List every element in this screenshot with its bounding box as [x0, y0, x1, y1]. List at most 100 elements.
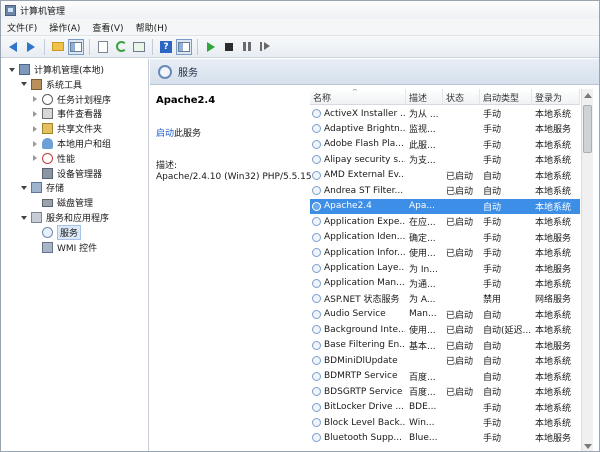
tree-item[interactable]: WMI 控件: [33, 240, 97, 255]
service-row[interactable]: Background Inte... 使用... 已启动 自动(延迟... 本地系统: [310, 322, 580, 337]
column-startup-type-text: 手动: [483, 125, 502, 136]
tree-item[interactable]: 设备管理器: [33, 166, 102, 181]
service-row[interactable]: Application Infor... 使用... 已启动 手动 本地系统: [310, 245, 580, 260]
selected-service-name: Apache2.4: [156, 95, 216, 106]
column-name-cell: ActiveX Installer ...: [312, 106, 405, 121]
service-row[interactable]: Application Laye... 为 In... 手动 本地服务: [310, 261, 580, 276]
column-startup-type-cell: 禁用: [483, 291, 532, 306]
column-logon-as-text: 本地系统: [535, 310, 572, 321]
column-logon-as-text: 本地系统: [535, 140, 572, 151]
tree-item[interactable]: 系统工具: [21, 77, 82, 92]
tree-item[interactable]: 性能: [33, 151, 75, 166]
expanded-arrow-icon[interactable]: [9, 67, 15, 72]
scroll-up-icon[interactable]: [584, 93, 592, 98]
scroll-down-icon[interactable]: [584, 444, 592, 449]
export-list-button[interactable]: [131, 39, 147, 55]
column-logon-as-text: 本地系统: [535, 357, 572, 368]
tree-item[interactable]: 服务: [33, 224, 82, 240]
service-row[interactable]: Application Man... 为通... 手动 本地系统: [310, 276, 580, 291]
service-row[interactable]: ActiveX Installer ... 为从 ... 手动 本地系统: [310, 106, 580, 121]
collapsed-arrow-icon[interactable]: [33, 155, 37, 162]
column-status-header-label: 状态: [446, 93, 465, 104]
expanded-arrow-icon[interactable]: [21, 215, 27, 220]
column-status-text: 已启动: [446, 187, 474, 198]
help-button[interactable]: ?: [158, 39, 174, 55]
tree-item[interactable]: 事件查看器: [33, 106, 102, 121]
pause-service-button[interactable]: [239, 39, 255, 55]
vertical-scrollbar[interactable]: [581, 89, 593, 451]
start-service-icon: [207, 41, 215, 52]
start-service-button[interactable]: [203, 39, 219, 55]
service-row[interactable]: Application Expe... 在应... 已启动 手动 本地系统: [310, 214, 580, 229]
up-one-level-button[interactable]: [50, 39, 66, 55]
services-list: 名称 ^ 描述 状态 启动类型 登录为 ActiveX Installer ... 为从 .…: [310, 89, 599, 451]
column-description-header[interactable]: 描述: [406, 89, 443, 105]
collapsed-arrow-icon[interactable]: [33, 96, 37, 103]
service-row[interactable]: Apache2.4 Apa... 自动 本地系统: [310, 198, 580, 215]
service-row[interactable]: BDMiniDlUpdate 已启动 自动 本地系统: [310, 353, 580, 368]
column-description-cell: 确定...: [409, 230, 443, 245]
expanded-arrow-icon[interactable]: [21, 82, 27, 87]
column-description-text: 百度...: [409, 372, 436, 383]
forward-button[interactable]: [23, 39, 39, 55]
menu-action[interactable]: 操作(A): [49, 21, 80, 34]
column-name-cell: Application Man...: [312, 276, 405, 291]
column-logon-as-cell: 网络服务: [535, 291, 580, 306]
service-row[interactable]: BDMRTP Service 百度... 自动 本地系统: [310, 369, 580, 384]
stop-service-button[interactable]: [221, 39, 237, 55]
collapsed-arrow-icon[interactable]: [33, 125, 37, 132]
properties-button[interactable]: [95, 39, 111, 55]
column-logon-as-header[interactable]: 登录为: [532, 89, 580, 105]
menu-view[interactable]: 查看(V): [92, 21, 123, 34]
console-view-button[interactable]: [176, 38, 192, 55]
menu-file[interactable]: 文件(F): [7, 21, 37, 34]
service-row[interactable]: Andrea ST Filter... 已启动 自动 本地系统: [310, 183, 580, 198]
service-row[interactable]: AMD External Ev... 已启动 自动 本地系统: [310, 168, 580, 183]
service-row[interactable]: Base Filtering En... 基本... 已启动 自动 本地服务: [310, 338, 580, 353]
column-status-text: 已启动: [446, 171, 474, 182]
start-service-link[interactable]: 启动: [156, 129, 174, 139]
column-logon-as-text: 本地系统: [535, 187, 572, 198]
tree-item[interactable]: 服务和应用程序: [21, 210, 109, 225]
column-description-text: 为 A...: [409, 295, 436, 306]
service-gear-icon: [312, 356, 321, 366]
column-startup-type-cell: 自动: [483, 369, 532, 384]
back-arrow-icon: [9, 41, 17, 52]
column-name-text: Base Filtering En...: [324, 340, 405, 351]
service-row[interactable]: Audio Service Man... 已启动 自动 本地系统: [310, 307, 580, 322]
service-row[interactable]: BitLocker Drive ... BDE... 手动 本地系统: [310, 400, 580, 415]
scroll-thumb[interactable]: [583, 105, 592, 153]
service-row[interactable]: BDSGRTP Service 百度... 已启动 自动 本地系统: [310, 384, 580, 399]
service-detail-panel: Apache2.4 启动此服务 描述: Apache/2.4.10 (Win32…: [156, 95, 312, 182]
service-row[interactable]: Adobe Flash Pla... 此服... 手动 本地系统: [310, 137, 580, 152]
column-description-text: Apa...: [409, 201, 435, 212]
menu-help[interactable]: 帮助(H): [136, 21, 168, 34]
column-logon-as-cell: 本地服务: [535, 430, 580, 445]
refresh-button[interactable]: [113, 39, 129, 55]
tree-item[interactable]: 共享文件夹: [33, 121, 102, 136]
show-hide-tree-button[interactable]: [68, 38, 84, 55]
tree-item[interactable]: 计算机管理(本地): [9, 62, 104, 77]
collapsed-arrow-icon[interactable]: [33, 140, 37, 147]
column-name-header[interactable]: 名称 ^: [310, 89, 406, 105]
column-name-text: Application Infor...: [324, 247, 405, 258]
service-row[interactable]: ASP.NET 状态服务为 A... 禁用 网络服务: [310, 291, 580, 306]
collapsed-arrow-icon[interactable]: [33, 110, 37, 117]
column-startup-type-cell: 手动: [483, 400, 532, 415]
service-row[interactable]: Alipay security s... 为支... 手动 本地系统: [310, 152, 580, 167]
service-row[interactable]: Bluetooth Supp... Blue... 手动 本地服务: [310, 430, 580, 445]
service-row[interactable]: Adaptive Brightn... 监视... 手动 本地服务: [310, 121, 580, 136]
service-row[interactable]: Block Level Back... Win... 手动 本地系统: [310, 415, 580, 430]
tree-item[interactable]: 任务计划程序: [33, 92, 111, 107]
column-startup-type-text: 自动: [483, 187, 502, 198]
tree-item[interactable]: 本地用户和组: [33, 136, 111, 151]
tree-item[interactable]: 磁盘管理: [33, 195, 93, 210]
column-startup-type-header[interactable]: 启动类型: [480, 89, 532, 105]
expanded-arrow-icon[interactable]: [21, 185, 27, 190]
tree-item[interactable]: 存储: [21, 180, 64, 195]
restart-service-button[interactable]: [257, 39, 273, 55]
column-status-header[interactable]: 状态: [443, 89, 480, 105]
service-row[interactable]: Application Iden... 确定... 手动 本地服务: [310, 230, 580, 245]
back-button[interactable]: [5, 39, 21, 55]
computer-management-icon: [5, 4, 16, 16]
